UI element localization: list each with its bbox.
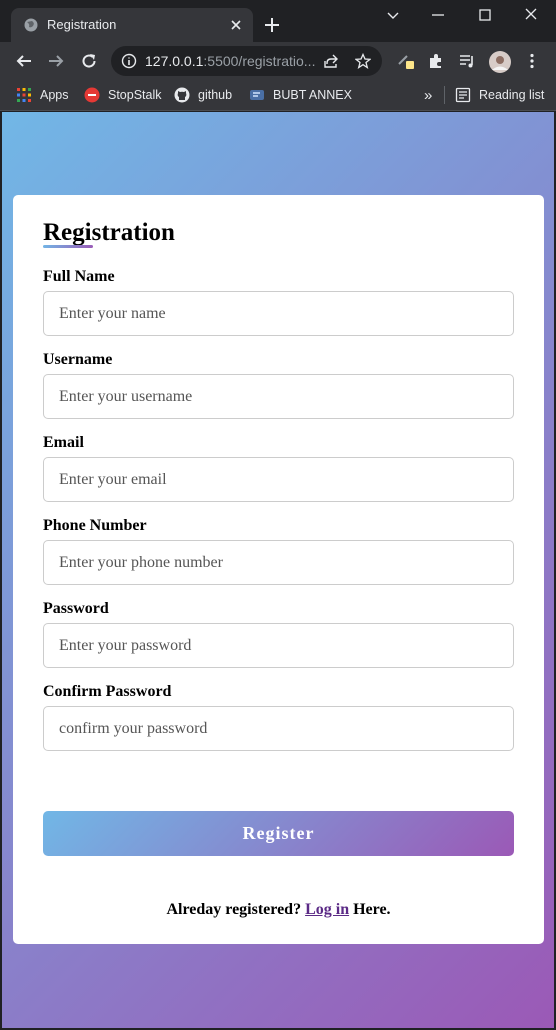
password-input[interactable] xyxy=(43,623,514,668)
browser-toolbar: 127.0.0.1:5500/registratio... xyxy=(0,42,556,80)
extensions-puzzle-icon[interactable] xyxy=(427,52,445,70)
bookmarks-bar: Apps StopStalk github BUBT ANNEX » Readi… xyxy=(0,80,556,111)
phone-number-label: Phone Number xyxy=(43,517,147,534)
email-input[interactable] xyxy=(43,457,514,502)
phone-number-input[interactable] xyxy=(43,540,514,585)
bookmark-apps[interactable]: Apps xyxy=(16,86,69,104)
stopstalk-icon xyxy=(84,87,100,103)
confirm-password-input[interactable] xyxy=(43,706,514,751)
tab-search-icon[interactable] xyxy=(383,6,403,24)
share-icon[interactable] xyxy=(323,53,339,69)
reading-list-icon xyxy=(455,87,471,103)
bookmark-label: github xyxy=(198,88,233,102)
reading-list-button[interactable]: Reading list xyxy=(455,86,544,104)
reading-list-label: Reading list xyxy=(479,88,545,102)
login-link[interactable]: Log in xyxy=(305,901,349,918)
browser-titlebar: Registration xyxy=(0,0,556,42)
login-prefix: Alreday registered? xyxy=(166,901,302,918)
kebab-menu-icon[interactable] xyxy=(523,52,541,70)
bookmark-label: BUBT ANNEX xyxy=(273,88,352,102)
tab-title: Registration xyxy=(47,17,117,32)
login-suffix: Here. xyxy=(353,901,391,918)
url-text: 127.0.0.1:5500/registratio... xyxy=(145,53,315,69)
back-arrow-icon[interactable] xyxy=(15,52,33,70)
username-input[interactable] xyxy=(43,374,514,419)
full-name-label: Full Name xyxy=(43,268,115,285)
page-viewport: Registration Full Name Username Email Ph… xyxy=(2,112,554,1028)
bookmark-star-icon[interactable] xyxy=(355,53,371,69)
new-tab-icon[interactable] xyxy=(264,17,280,33)
minimize-icon[interactable] xyxy=(428,6,448,24)
bubt-icon xyxy=(250,90,264,100)
apps-grid-icon xyxy=(17,88,31,102)
media-queue-icon[interactable] xyxy=(458,52,476,70)
reload-icon[interactable] xyxy=(80,52,98,70)
full-name-input[interactable] xyxy=(43,291,514,336)
profile-avatar[interactable] xyxy=(489,51,511,73)
site-info-icon[interactable] xyxy=(121,53,137,69)
more-bookmarks-chevron-icon[interactable]: » xyxy=(424,86,432,104)
bookmark-label: StopStalk xyxy=(108,88,162,102)
window-close-icon[interactable] xyxy=(521,6,541,24)
globe-icon xyxy=(24,18,38,32)
bookmark-stopstalk[interactable]: StopStalk xyxy=(84,86,162,104)
registration-card: Registration Full Name Username Email Ph… xyxy=(13,195,544,944)
bookmark-label: Apps xyxy=(40,88,69,102)
register-button[interactable]: Register xyxy=(43,811,514,856)
close-tab-icon[interactable] xyxy=(229,18,243,32)
username-label: Username xyxy=(43,351,113,368)
address-bar[interactable]: 127.0.0.1:5500/registratio... xyxy=(111,46,382,76)
browser-tab[interactable]: Registration xyxy=(11,8,253,42)
login-prompt: Alreday registered? Log in Here. xyxy=(13,901,544,919)
bookmark-bubt-annex[interactable]: BUBT ANNEX xyxy=(249,86,352,104)
github-icon xyxy=(174,87,190,103)
bookmarks-divider xyxy=(444,86,445,104)
title-underline xyxy=(43,245,93,248)
maximize-icon[interactable] xyxy=(475,6,495,24)
password-label: Password xyxy=(43,600,109,617)
bookmark-github[interactable]: github xyxy=(174,86,232,104)
page-title: Registration xyxy=(43,219,175,246)
email-label: Email xyxy=(43,434,84,451)
extension-pen-icon[interactable] xyxy=(397,52,415,70)
forward-arrow-icon[interactable] xyxy=(47,52,65,70)
confirm-password-label: Confirm Password xyxy=(43,683,172,700)
